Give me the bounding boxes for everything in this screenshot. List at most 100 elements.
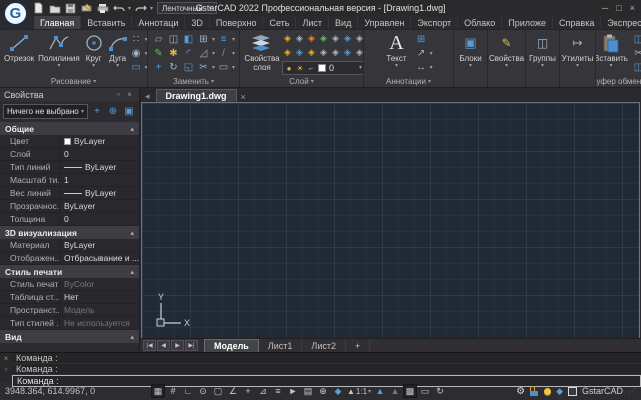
minimize-button[interactable]: ─ [602, 3, 608, 13]
tab-view[interactable]: Вид [329, 16, 359, 29]
dimension-icon[interactable]: ↔ [415, 61, 428, 74]
polar-tracking-icon[interactable]: ⊙ [196, 384, 210, 398]
select-objects-button[interactable]: ⊕ [106, 104, 120, 119]
app-logo-icon[interactable]: G [3, 1, 28, 26]
chevron-down-icon[interactable]: ▾ [232, 51, 235, 57]
tab-layout2[interactable]: Лист2 [302, 339, 346, 352]
utilities-button[interactable]: ↦ Утилиты ▾ [560, 31, 595, 76]
array-icon[interactable]: ⊞ [197, 33, 210, 46]
tab-home[interactable]: Главная [34, 16, 82, 29]
trim-icon[interactable]: ✂ [197, 61, 210, 74]
chevron-down-icon[interactable]: ▾ [430, 65, 433, 71]
palette-close-icon[interactable]: × [124, 90, 135, 99]
object-snap-3d-icon[interactable]: ∠ [226, 384, 240, 398]
tab-apps[interactable]: Приложе [502, 16, 554, 29]
paste-button[interactable]: Вставить ▾ [596, 31, 630, 76]
modify-group-button[interactable]: Заменить ▾ [148, 76, 239, 87]
tab-help[interactable]: Справка [553, 16, 602, 29]
scale-icon[interactable]: ◱ [182, 61, 195, 74]
erase-icon[interactable]: ▱ [152, 33, 165, 46]
layer-copy-icon[interactable]: ◈ [354, 47, 363, 59]
edit-polyline-icon[interactable]: ✎ [152, 47, 165, 60]
circle-button[interactable]: Круг ▾ [82, 31, 106, 76]
chevron-down-icon[interactable]: ▾ [212, 37, 215, 43]
layer-thaw-icon[interactable]: ◈ [342, 32, 353, 44]
blocks-button[interactable]: ▣ Блоки ▾ [457, 31, 483, 76]
quick-properties-icon[interactable]: ► [286, 384, 300, 398]
grid-toggle-icon[interactable]: # [166, 384, 180, 398]
donut-icon[interactable]: ◉ [130, 47, 143, 60]
properties-button[interactable]: ✎ Свойства ▾ [488, 31, 525, 76]
isolate-objects-icon[interactable]: ◆ [556, 386, 563, 397]
annotation-scale-button[interactable]: ▲ 1:1 ▾ [346, 384, 372, 398]
copy-clip-icon[interactable]: ◫ [632, 33, 641, 46]
draw-group-button[interactable]: Рисование ▾ [0, 76, 147, 87]
layer-off-icon[interactable]: ◈ [294, 32, 305, 44]
copy-icon[interactable]: ◫ [167, 33, 180, 46]
resize-grip[interactable]: ⋰ [628, 387, 636, 396]
layer-walk-icon[interactable]: ◈ [342, 47, 353, 59]
gear-icon[interactable]: ⚙ [516, 386, 525, 397]
chevron-down-icon[interactable]: ▾ [430, 51, 433, 57]
undo-button[interactable] [112, 2, 125, 15]
mirror-icon[interactable]: ◧ [182, 33, 195, 46]
section-plot-style[interactable]: Стиль печати ▴ [0, 265, 139, 278]
drawing-recovery-icon[interactable]: ↻ [433, 384, 447, 398]
layer-on-icon[interactable]: ◈ [282, 32, 293, 44]
workspace-switch-icon[interactable]: ◆ [331, 384, 345, 398]
stretch-icon[interactable]: ▭ [217, 61, 230, 74]
tab-annotate[interactable]: Аннотаци [132, 16, 186, 29]
layer-dropdown[interactable]: ● ☀ ⌐ 0 ▾ [282, 61, 363, 75]
tab-layout[interactable]: Лист [296, 16, 330, 29]
annotation-visibility-icon[interactable]: ▲ [373, 384, 387, 398]
layer-properties-button[interactable]: Свойства слоя [242, 31, 282, 76]
save-button[interactable] [64, 2, 77, 15]
tab-mesh[interactable]: Сеть [263, 16, 297, 29]
object-snap-icon[interactable]: ▢ [211, 384, 225, 398]
groups-button[interactable]: ◫ Группы ▾ [527, 31, 558, 76]
tab-model[interactable]: Модель [204, 339, 259, 352]
text-button[interactable]: A Текст ▾ [384, 31, 408, 76]
annotation-group-button[interactable]: Аннотации ▾ [364, 76, 453, 87]
isolate-bulb-icon[interactable] [544, 387, 552, 395]
print-button[interactable] [96, 2, 109, 15]
tab-manage[interactable]: Управлен [358, 16, 412, 29]
copy-base-icon[interactable]: ◫ [632, 61, 641, 74]
layer-isolate-icon[interactable]: ◈ [306, 32, 317, 44]
redo-dropdown-arrow[interactable]: ▾ [150, 5, 153, 12]
tab-cloud[interactable]: Облако [458, 16, 503, 29]
section-3d-visualization[interactable]: 3D визуализация ▴ [0, 226, 139, 239]
layer-match-icon[interactable]: ◈ [294, 47, 305, 59]
layer-freeze-icon[interactable]: ◈ [330, 32, 341, 44]
clean-screen-icon[interactable]: ▭ [418, 384, 432, 398]
plot-preview-button[interactable] [80, 2, 93, 15]
chamfer-icon[interactable]: ◿ [197, 47, 210, 60]
tab-layout1[interactable]: Лист1 [259, 339, 303, 352]
selection-cycling-icon[interactable]: ▤ [301, 384, 315, 398]
command-close-icon[interactable]: × [4, 354, 9, 363]
chevron-down-icon[interactable]: ▾ [212, 51, 215, 57]
break-icon[interactable]: / [217, 47, 230, 60]
selection-dropdown[interactable]: Ничего не выбрано ▾ [3, 104, 88, 119]
zoom-tool-icon[interactable]: ⊕ [316, 384, 330, 398]
new-file-button[interactable] [32, 2, 45, 15]
ui-lock-icon[interactable] [530, 385, 539, 396]
chevron-down-icon[interactable]: ▾ [232, 65, 235, 71]
polyline-button[interactable]: Полилиния ▾ [36, 31, 82, 76]
redo-button[interactable] [134, 2, 147, 15]
chevron-down-icon[interactable]: ▾ [212, 65, 215, 71]
align-icon[interactable]: ≡ [217, 33, 230, 46]
tab-express[interactable]: Экспресс [601, 16, 641, 29]
fullscreen-icon[interactable] [567, 386, 577, 396]
snap-toggle-icon[interactable]: ▦ [151, 384, 165, 398]
close-button[interactable]: × [630, 3, 635, 13]
leader-icon[interactable]: ↗ [415, 47, 428, 60]
section-general[interactable]: Общие ▴ [0, 122, 139, 135]
open-file-button[interactable] [48, 2, 61, 15]
tab-insert[interactable]: Вставить [81, 16, 133, 29]
snap-tracking-icon[interactable]: + [241, 384, 255, 398]
undo-dropdown-arrow[interactable]: ▾ [128, 5, 131, 12]
move-icon[interactable]: + [152, 61, 165, 74]
doc-tab-scroll-left-icon[interactable]: ◂ [143, 91, 152, 102]
layer-delete-icon[interactable]: ◈ [330, 47, 341, 59]
